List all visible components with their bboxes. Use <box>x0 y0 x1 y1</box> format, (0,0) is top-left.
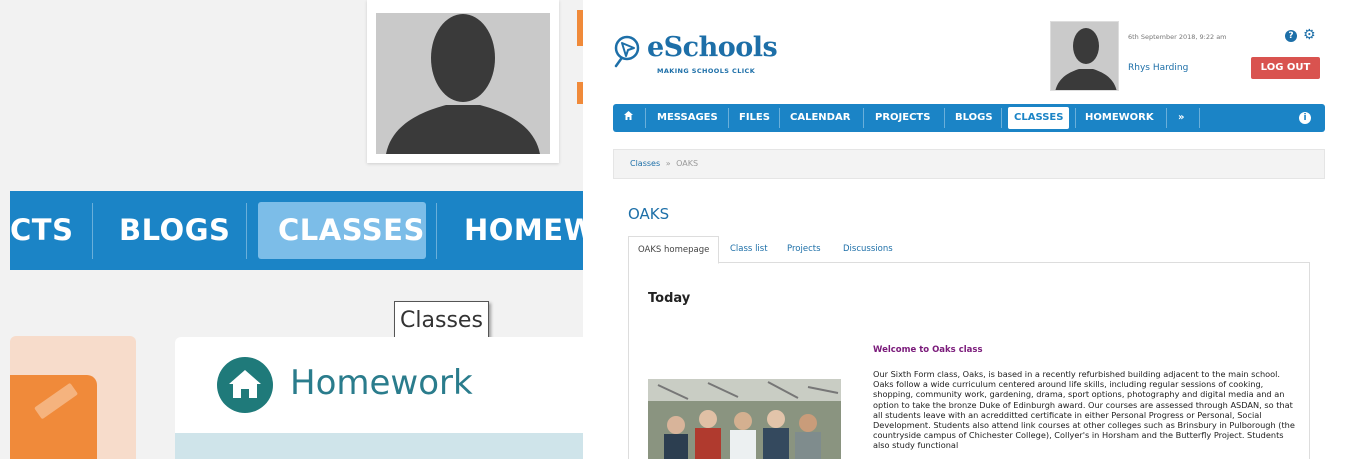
orange-tile[interactable] <box>10 375 97 459</box>
pencil-icon <box>34 383 78 419</box>
info-icon[interactable]: i <box>1299 112 1311 124</box>
nav-item-classes[interactable]: CLASSES <box>278 191 425 270</box>
homework-card[interactable]: Homework <box>175 337 583 459</box>
logo-tagline: MAKING SCHOOLS CLICK <box>657 67 756 75</box>
avatar-card <box>367 0 559 163</box>
classes-tooltip: Classes <box>394 301 489 340</box>
nav-divider <box>944 108 945 128</box>
class-photo <box>648 379 841 459</box>
nav-item-homework[interactable]: HOMEWORK <box>1085 104 1154 132</box>
logout-button[interactable]: LOG OUT <box>1251 57 1320 79</box>
nav-item-blogs[interactable]: BLOGS <box>955 104 993 132</box>
card-band <box>175 433 583 459</box>
nav-item-classes[interactable]: CLASSES <box>1008 107 1070 129</box>
home-icon[interactable] <box>623 104 634 132</box>
avatar-placeholder-icon <box>1051 22 1118 90</box>
breadcrumb: Classes » OAKS <box>613 149 1325 179</box>
nav-item-messages[interactable]: MESSAGES <box>657 104 718 132</box>
logo-title: eSchools <box>647 32 778 63</box>
nav-divider <box>246 203 247 259</box>
nav-item-calendar[interactable]: CALENDAR <box>790 104 850 132</box>
datetime: 6th September 2018, 9:22 am <box>1128 33 1227 41</box>
eschools-app: eSchools MAKING SCHOOLS CLICK 6th Septem… <box>591 0 1346 459</box>
nav-divider <box>436 203 437 259</box>
main-navbar: MESSAGES FILES CALENDAR PROJECTS BLOGS C… <box>613 104 1325 132</box>
post-title[interactable]: Welcome to Oaks class <box>873 345 983 355</box>
nav-divider <box>1199 108 1200 128</box>
breadcrumb-trail: Classes » OAKS <box>630 159 698 168</box>
gear-icon[interactable]: ⚙ <box>1303 28 1316 42</box>
tab-projects[interactable]: Projects <box>787 244 821 254</box>
post-body: Our Sixth Form class, Oaks, is based in … <box>873 369 1295 451</box>
tab-discussions[interactable]: Discussions <box>843 244 893 254</box>
panel-divider <box>583 0 591 459</box>
logo-mark-icon <box>614 35 640 68</box>
nav-divider <box>728 108 729 128</box>
page-title: OAKS <box>628 205 670 223</box>
zoomed-detail-panel: CTS BLOGS CLASSES HOMEW Classes Homework <box>0 0 583 459</box>
breadcrumb-current: OAKS <box>676 159 699 168</box>
homework-card-title: Homework <box>290 363 473 403</box>
class-tabs: OAKS homepage Class list Projects Discus… <box>628 236 1310 264</box>
nav-item-projects-partial[interactable]: CTS <box>10 191 73 270</box>
nav-divider <box>1001 108 1002 128</box>
breadcrumb-classes-link[interactable]: Classes <box>630 159 660 168</box>
nav-divider <box>1166 108 1167 128</box>
zoomed-navbar: CTS BLOGS CLASSES HOMEW <box>10 191 583 270</box>
nav-divider <box>779 108 780 128</box>
nav-divider <box>863 108 864 128</box>
tab-class-list[interactable]: Class list <box>730 244 768 254</box>
breadcrumb-separator: » <box>665 159 671 168</box>
nav-item-files[interactable]: FILES <box>739 104 770 132</box>
home-icon <box>217 357 273 413</box>
nav-divider <box>645 108 646 128</box>
avatar[interactable] <box>1050 21 1119 91</box>
nav-more-chevron[interactable]: » <box>1178 104 1184 132</box>
username-link[interactable]: Rhys Harding <box>1128 63 1188 73</box>
nav-item-homework-partial[interactable]: HOMEW <box>464 191 583 270</box>
nav-divider <box>1075 108 1076 128</box>
nav-item-blogs[interactable]: BLOGS <box>119 191 230 270</box>
question-circle-icon[interactable]: ? <box>1285 30 1297 42</box>
section-heading: Today <box>648 291 691 306</box>
nav-item-projects[interactable]: PROJECTS <box>875 104 930 132</box>
avatar-placeholder-icon <box>376 13 550 154</box>
tab-oaks-homepage[interactable]: OAKS homepage <box>628 236 720 264</box>
nav-divider <box>92 203 93 259</box>
homepage-panel: Today Welcome to Oaks class Our Sixth Fo… <box>628 263 1310 459</box>
